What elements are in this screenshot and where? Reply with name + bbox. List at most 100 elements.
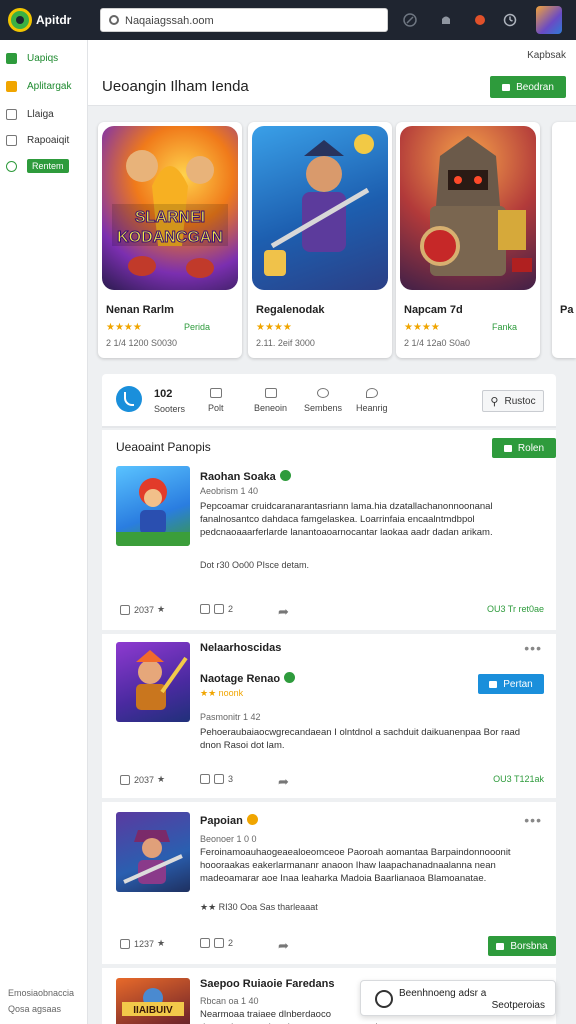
like-count[interactable]: 2037 ★ [120,604,165,615]
top-bar: Apitdr [0,0,576,40]
avatar[interactable] [536,6,562,34]
star-rating: ★★★★ [106,322,142,333]
stat-tab[interactable]: Sembens [304,388,342,413]
stat-tab[interactable]: Heanrig [356,388,388,413]
post-thumbnail [116,812,190,892]
home-icon [6,52,17,64]
section-header: Ueaoaint Panopis Rolen [102,430,556,466]
svg-text:SLARNEI: SLARNEI [135,209,205,226]
button-label: Beodran [516,81,554,93]
sidebar: Uapiqs Aplitargak Llaiga Rapoaiqit Rente… [0,40,88,1024]
share-icon[interactable]: ➦ [278,938,289,954]
play-icon [503,444,512,452]
post-description: Pehoeraubaiaocwgrecandaean I olntdnol a … [200,727,521,751]
game-title: Nenan Rarlm [106,304,174,316]
sidebar-item-profile[interactable]: Rapoaiqit [6,130,82,150]
more-options-icon[interactable]: ••• [524,812,542,828]
thumbs-up-icon [120,774,130,785]
comment-icon [214,938,224,948]
post-link[interactable]: OU3 T121ak [493,774,544,784]
post-link[interactable]: OU3 Tr ret0ae [487,604,544,614]
post-title: Saepoo Ruiaoie Faredans [200,978,335,990]
game-cover-image [252,126,388,290]
comment-icon [214,604,224,614]
like-count[interactable]: 2037 ★ [120,774,165,785]
app-brand: Apitdr [36,13,72,27]
stat-tab[interactable]: Polt [208,388,224,413]
reply-button[interactable]: 2 [200,604,233,614]
post-title-text: Naotage Renao [200,673,281,685]
stats-bar: 102 Sooters Polt Beneoin Sembens Heanrig… [102,374,556,428]
sidebar-footer-link[interactable]: Emosiaobnaccia [8,988,74,998]
stat-count[interactable]: 102 Sooters [154,388,185,414]
like-count-value: 1237 [134,938,155,949]
heart-icon [365,388,378,398]
list-item[interactable]: ••• Nelaarhoscidas Naotage Renao ★★ noon… [102,634,556,798]
refresh-icon[interactable] [116,386,142,412]
sidebar-item-library[interactable]: Llaiga [6,104,82,124]
featured-card[interactable]: Regalenodak ★★★★ 2.11. 2eif 3000 [248,122,392,358]
search-input[interactable] [125,13,375,29]
toast-action[interactable]: Seotperoias [492,1000,545,1011]
featured-card[interactable]: SLARNEI KODANCGAN Nenan Rarlm ★★★★ Perid… [98,122,242,358]
sidebar-item-label: Rapoaiqit [27,134,70,146]
star-icon: ★ [157,774,166,784]
list-item[interactable]: Raohan Soaka Aeobrism 1 40 Pepcoamar cru… [102,466,556,630]
post-meta: Aeobrism 1 40 [200,486,259,496]
apps-icon [6,80,17,92]
post-title-text: Raohan Soaka [200,471,276,483]
comment-count: 2 [228,604,234,614]
header-link[interactable]: Kapbsak [527,50,566,61]
bag-icon [502,83,511,91]
record-icon[interactable] [470,10,490,30]
list-item[interactable]: ••• Papoian Beonoer 1 0 0 Feroinamoauhao… [102,802,556,964]
post-action-button[interactable]: Borsbna [488,936,556,956]
post-meta: Pasmonitr 1 42 [200,712,261,722]
globe-icon [317,388,330,398]
genre-tag: Fanka [492,322,518,332]
notification-toast[interactable]: Beenhnoeng adsr a Seotperoias [360,980,556,1016]
header-action-button[interactable]: Beodran [490,76,566,98]
sidebar-item-label: Llaiga [27,108,54,120]
sidebar-item-rentem[interactable]: Rentem [6,156,82,176]
post-meta: Beonoer 1 0 0 [200,834,257,844]
search-box[interactable] [100,8,388,32]
featured-card[interactable]: Pa [552,122,576,358]
page-title: Ueoangin Ilham Ienda [102,78,249,95]
main-content: Kapbsak Ueoangin Ilham Ienda Beodran SLA… [88,40,576,1024]
sidebar-item-apps[interactable]: Aplitargak [6,76,82,96]
sidebar-item-label: Aplitargak [27,80,72,92]
badge-icon [246,814,258,825]
sidebar-footer-link[interactable]: Qosa agsaas [8,1004,61,1014]
follow-button[interactable]: Rolen [492,438,556,458]
post-actions: 2037 ★ 3 ➦ OU3 T121ak [120,774,544,792]
spinner-icon [375,990,393,1008]
clock-icon[interactable] [500,10,520,30]
stat-tab[interactable]: Beneoin [254,388,287,413]
sidebar-item-label: Rentem [27,159,69,173]
image-icon [264,388,277,398]
bell-icon[interactable] [436,10,456,30]
share-icon[interactable]: ➦ [278,604,289,620]
game-cover-image [400,126,536,290]
filter-button[interactable]: ⚲ Rustoc [482,390,544,412]
share-icon[interactable]: ➦ [278,774,289,790]
filter-icon: ⚲ [490,395,499,408]
toast-message: Beenhnoeng adsr a [399,988,487,999]
plus-icon [6,160,17,172]
reply-button[interactable]: 3 [200,774,233,784]
post-title: Raohan Soaka [200,470,291,483]
like-count[interactable]: 1237 ★ [120,938,165,949]
app-logo[interactable] [8,8,32,32]
verified-icon [284,672,296,683]
more-options-icon[interactable]: ••• [524,640,542,656]
featured-card[interactable]: Napcam 7d ★★★★ Fanka 2 1/4 12a0 S0a0 [396,122,540,358]
thumbs-up-icon [200,774,210,784]
grid-icon [489,680,498,688]
sidebar-item-home[interactable]: Uapiqs [6,48,82,68]
post-action-button[interactable]: Pertan [478,674,544,694]
search-icon [109,15,119,25]
reply-button[interactable]: 2 [200,938,233,948]
mic-icon[interactable] [400,10,420,30]
comment-count: 2 [228,938,234,948]
